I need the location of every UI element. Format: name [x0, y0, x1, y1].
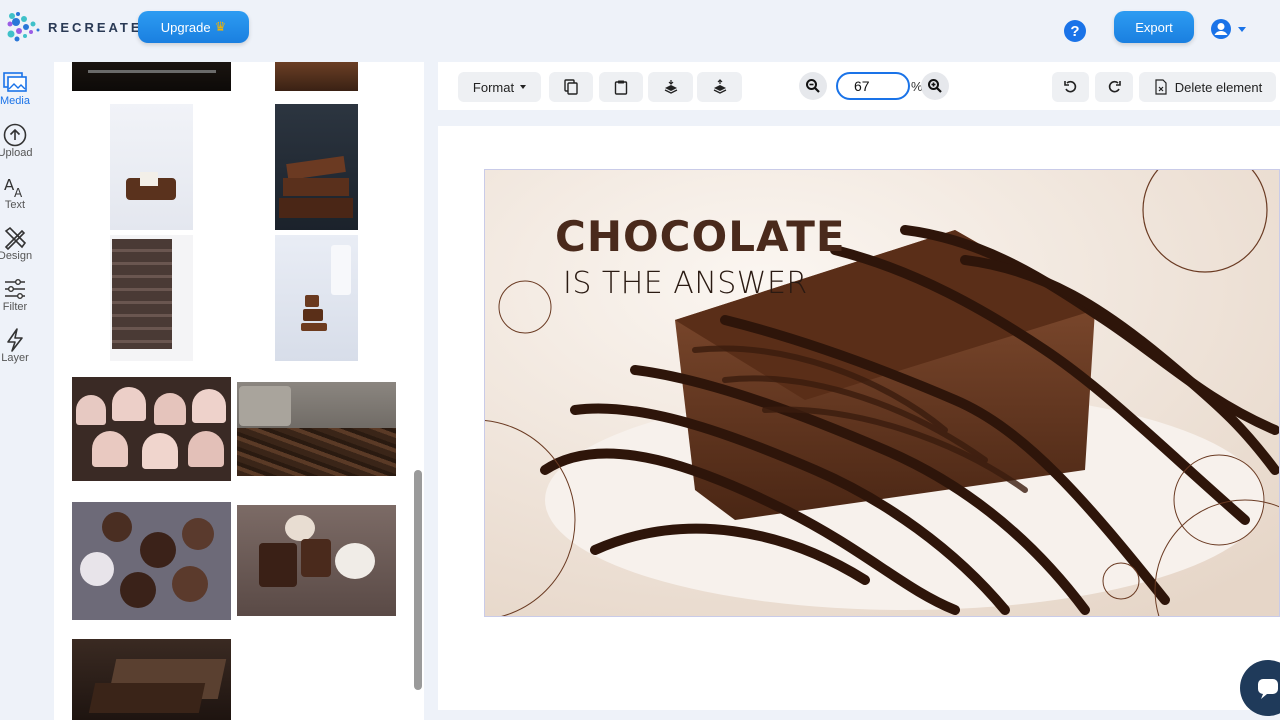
help-icon[interactable]: ? [1064, 20, 1086, 42]
media-panel [54, 62, 424, 720]
delete-element-button[interactable]: Delete element [1139, 72, 1276, 102]
zoom-in-icon [928, 79, 942, 93]
media-thumbnail[interactable] [72, 377, 231, 481]
text-icon: A A [4, 176, 23, 200]
design-canvas[interactable]: CHOCOLATE IS THE ANSWER [484, 169, 1280, 617]
media-thumbnail[interactable] [72, 639, 231, 720]
crown-icon: ♛ [214, 19, 227, 34]
brand-name: RECREATE [48, 19, 143, 35]
design-icon [4, 226, 27, 251]
rail-item-filter[interactable]: Filter [0, 276, 30, 313]
delete-label: Delete element [1174, 79, 1263, 95]
rail-label: Design [0, 250, 33, 262]
upgrade-label: Upgrade [160, 19, 211, 35]
media-thumbnail[interactable] [110, 235, 193, 361]
redo-button[interactable] [1095, 72, 1133, 102]
media-thumbnail[interactable] [275, 62, 358, 91]
media-scrollbar[interactable] [414, 470, 422, 690]
rail-label: Text [4, 199, 26, 211]
upgrade-button[interactable]: Upgrade ♛ [138, 11, 249, 43]
rail-label: Layer [1, 352, 29, 364]
layer-icon [7, 328, 23, 352]
zoom-input[interactable] [836, 72, 910, 100]
format-dropdown[interactable]: Format [458, 72, 541, 102]
rail-item-upload[interactable]: Upload [0, 122, 33, 159]
upload-icon [3, 123, 27, 147]
media-thumbnail[interactable] [72, 62, 231, 91]
image-icon [3, 72, 27, 92]
delete-icon [1155, 79, 1167, 95]
user-icon [1211, 19, 1231, 39]
clipboard-icon [614, 80, 628, 95]
format-label: Format [472, 79, 515, 95]
layer-up-icon [713, 79, 726, 94]
rail-label: Media [0, 95, 30, 107]
rail-item-media[interactable]: Media [0, 70, 30, 107]
account-menu[interactable] [1210, 18, 1246, 40]
zoom-out-button[interactable] [799, 72, 827, 100]
redo-icon [1108, 80, 1121, 93]
send-backward-button[interactable] [648, 72, 693, 102]
chat-icon [1258, 679, 1278, 699]
chevron-down-icon [1238, 26, 1246, 32]
rail-item-design[interactable]: Design [0, 225, 33, 262]
layer-down-icon [664, 80, 677, 94]
design-subtitle[interactable]: IS THE ANSWER [563, 266, 808, 301]
paste-button[interactable] [599, 72, 643, 102]
svg-text:A: A [14, 186, 23, 200]
media-thumbnail[interactable] [275, 235, 358, 361]
media-thumbnail[interactable] [237, 382, 396, 476]
design-title[interactable]: CHOCOLATE [555, 212, 846, 261]
media-thumbnail[interactable] [237, 505, 396, 616]
chevron-down-icon [520, 85, 527, 89]
sliders-icon [5, 279, 25, 300]
brand-logo[interactable]: RECREATE [6, 10, 143, 44]
zoom-in-button[interactable] [921, 72, 949, 100]
export-button[interactable]: Export [1114, 11, 1194, 43]
copy-button[interactable] [549, 72, 593, 102]
rail-item-layer[interactable]: Layer [0, 327, 30, 364]
media-thumbnail[interactable] [72, 502, 231, 620]
rail-label: Upload [0, 147, 33, 159]
left-rail: Media Upload A A Text Design Filter Laye… [0, 62, 54, 720]
rail-item-text[interactable]: A A Text [0, 174, 30, 211]
zoom-out-icon [806, 79, 820, 93]
logo-icon [7, 12, 40, 42]
undo-icon [1063, 80, 1076, 93]
media-thumbnail[interactable] [275, 104, 358, 230]
bring-forward-button[interactable] [697, 72, 742, 102]
top-bar: RECREATE Upgrade ♛ ? Export [0, 0, 1280, 62]
media-thumbnail[interactable] [110, 104, 193, 230]
undo-button[interactable] [1052, 72, 1089, 102]
copy-icon [564, 79, 578, 95]
rail-label: Filter [2, 301, 28, 313]
